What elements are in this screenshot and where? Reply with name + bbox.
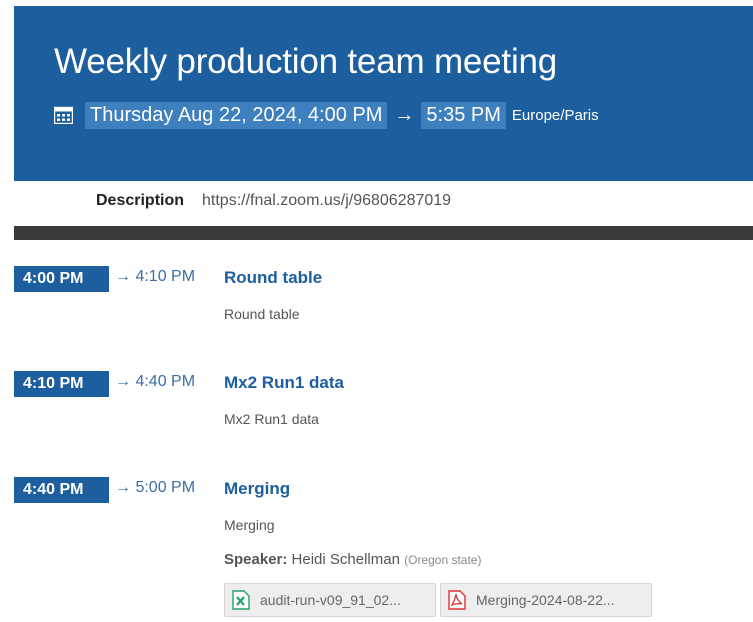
attachment-name: audit-run-v09_91_02... [260, 592, 401, 608]
attachment-name: Merging-2024-08-22... [476, 592, 615, 608]
entry-end-time: → 5:00 PM [115, 479, 196, 496]
excel-file-icon [232, 590, 250, 610]
entry-end-time: → 4:10 PM [115, 268, 196, 285]
timetable-entry: 4:00 PM → 4:10 PM Round table Round tabl… [14, 266, 753, 336]
entry-start-time: 4:10 PM [14, 371, 109, 397]
section-divider [14, 226, 753, 240]
pdf-file-icon [448, 590, 466, 610]
timetable-entry: 4:10 PM → 4:40 PM Mx2 Run1 data Mx2 Run1… [14, 371, 753, 441]
attachments: audit-run-v09_91_02... Merging-2024-08-2… [224, 583, 652, 617]
event-end-time: 5:35 PM [421, 101, 506, 129]
description-label: Description [96, 192, 185, 209]
event-time-row: Thursday Aug 22, 2024, 4:00 PM → 5:35 PM… [54, 101, 599, 129]
entry-description: Mx2 Run1 data [224, 411, 319, 427]
speaker-affiliation: (Oregon state) [404, 553, 482, 567]
entry-title[interactable]: Round table [224, 268, 322, 288]
event-title: Weekly production team meeting [54, 42, 558, 81]
attachment-pdf[interactable]: Merging-2024-08-22... [440, 583, 652, 617]
attachment-excel[interactable]: audit-run-v09_91_02... [224, 583, 436, 617]
calendar-icon [54, 106, 73, 124]
speaker-row: Speaker: Heidi Schellman (Oregon state) [224, 551, 481, 568]
entry-start-time: 4:00 PM [14, 266, 109, 292]
entry-end-time: → 4:40 PM [115, 373, 196, 390]
description-link[interactable]: https://fnal.zoom.us/j/96806287019 [202, 192, 451, 210]
description-row: Description https://fnal.zoom.us/j/96806… [96, 190, 451, 212]
event-header: Weekly production team meeting Thursday … [14, 6, 753, 181]
entry-description: Merging [224, 517, 275, 533]
speaker-name: Heidi Schellman [291, 551, 400, 568]
event-start-time: Thursday Aug 22, 2024, 4:00 PM [85, 101, 388, 129]
timetable-entry: 4:40 PM → 5:00 PM Merging Merging Speake… [14, 477, 753, 622]
speaker-label: Speaker [224, 551, 283, 568]
entry-description: Round table [224, 306, 300, 322]
entry-title[interactable]: Mx2 Run1 data [224, 373, 344, 393]
entry-start-time: 4:40 PM [14, 477, 109, 503]
event-timezone: Europe/Paris [511, 106, 599, 124]
speaker-colon: : [282, 551, 288, 568]
time-arrow: → [394, 103, 415, 126]
entry-title[interactable]: Merging [224, 479, 290, 499]
